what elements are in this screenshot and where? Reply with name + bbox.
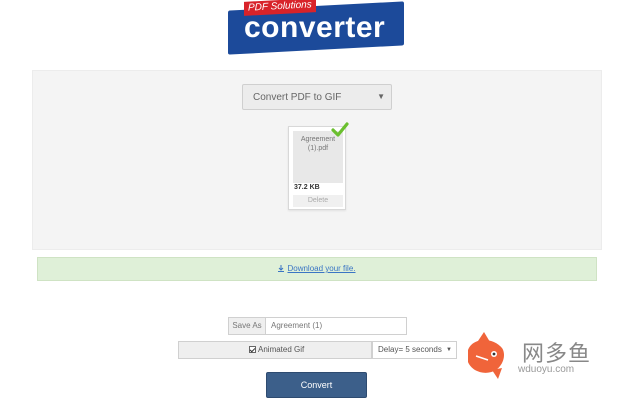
download-link-text: Download your file.	[287, 264, 356, 273]
file-card: Agreement (1).pdf 37.2 KB Delete	[288, 126, 346, 210]
chevron-down-icon: ▼	[446, 347, 452, 353]
animated-gif-toggle[interactable]: Animated Gif	[249, 342, 304, 358]
file-name: Agreement (1).pdf	[300, 136, 336, 152]
convert-button[interactable]: Convert	[266, 372, 367, 398]
animated-gif-option[interactable]: Animated Gif	[178, 341, 372, 359]
format-select-label: Convert PDF to GIF	[253, 92, 342, 103]
checkmark-icon	[331, 122, 349, 137]
success-alert: Download your file.	[37, 257, 597, 281]
chevron-down-icon: ▼	[377, 92, 385, 101]
file-size: 37.2 KB	[294, 184, 320, 191]
download-link[interactable]: Download your file.	[278, 264, 356, 273]
save-as-label: Save As	[228, 317, 266, 335]
download-icon	[278, 265, 285, 272]
format-select[interactable]: Convert PDF to GIF ▼	[242, 84, 392, 110]
delay-select[interactable]: Delay= 5 seconds ▼	[372, 341, 457, 359]
watermark-url: wduoyu.com	[518, 364, 575, 375]
logo-wordmark: converter	[244, 11, 386, 44]
animated-gif-label: Animated Gif	[258, 345, 305, 354]
fish-logo-icon	[468, 332, 504, 379]
animated-gif-checkbox[interactable]	[249, 346, 256, 353]
brand-logo: PDF Solutions converter	[228, 0, 404, 55]
delete-file-button[interactable]: Delete	[293, 195, 343, 207]
delay-select-value: Delay= 5 seconds	[378, 345, 442, 354]
save-as-input[interactable]: Agreement (1)	[266, 317, 407, 335]
file-thumbnail: Agreement (1).pdf	[293, 131, 343, 183]
